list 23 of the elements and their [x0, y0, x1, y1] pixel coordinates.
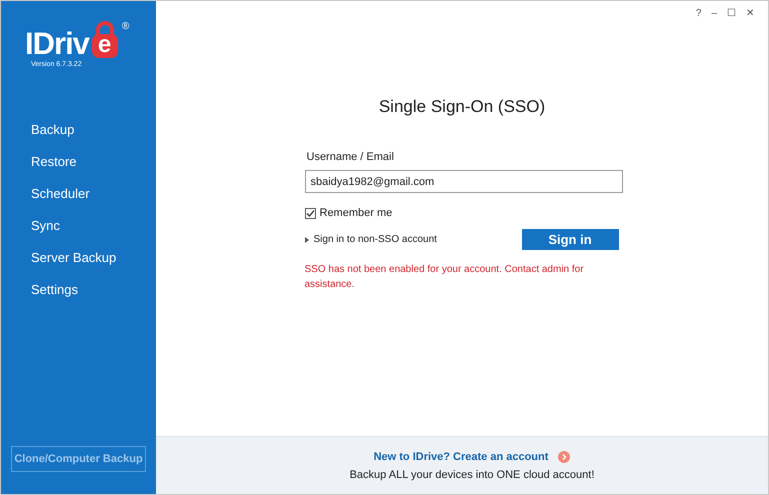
error-message: SSO has not been enabled for your account. Contact admin for assistance. [304, 263, 585, 292]
sign-in-button[interactable]: Sign in [522, 229, 618, 250]
sidebar-item[interactable]: Server Backup [1, 242, 156, 274]
non-sso-link[interactable]: Sign in to non-SSO account [304, 234, 437, 245]
sidebar-item[interactable]: Backup [1, 114, 156, 146]
create-account-link[interactable]: New to IDrive? Create an account [374, 450, 570, 462]
triangle-icon [304, 236, 308, 242]
sidebar-item[interactable]: Restore [1, 146, 156, 178]
registered-mark: ® [122, 21, 130, 32]
sidebar-item[interactable]: Scheduler [1, 178, 156, 210]
username-field[interactable]: sbaidya1982@gmail.com [304, 170, 622, 193]
remember-checkbox[interactable] [304, 208, 316, 218]
lock-icon [90, 21, 120, 59]
arrow-circle-icon [558, 450, 570, 462]
sidebar-item[interactable]: Sync [1, 210, 156, 242]
sidebar-item[interactable]: Settings [1, 274, 156, 306]
tagline-text: Backup ALL your devices into ONE cloud account! [350, 468, 594, 480]
field-label: Username / Email [306, 151, 395, 163]
checkbox-label: Remember me [320, 207, 392, 219]
page-title: Single Sign-On (SSO) [378, 97, 546, 117]
logo-letter: e [98, 36, 112, 54]
clone-backup-button[interactable]: Clone/Computer Backup [11, 446, 146, 472]
logo-text: IDriv [25, 28, 89, 59]
